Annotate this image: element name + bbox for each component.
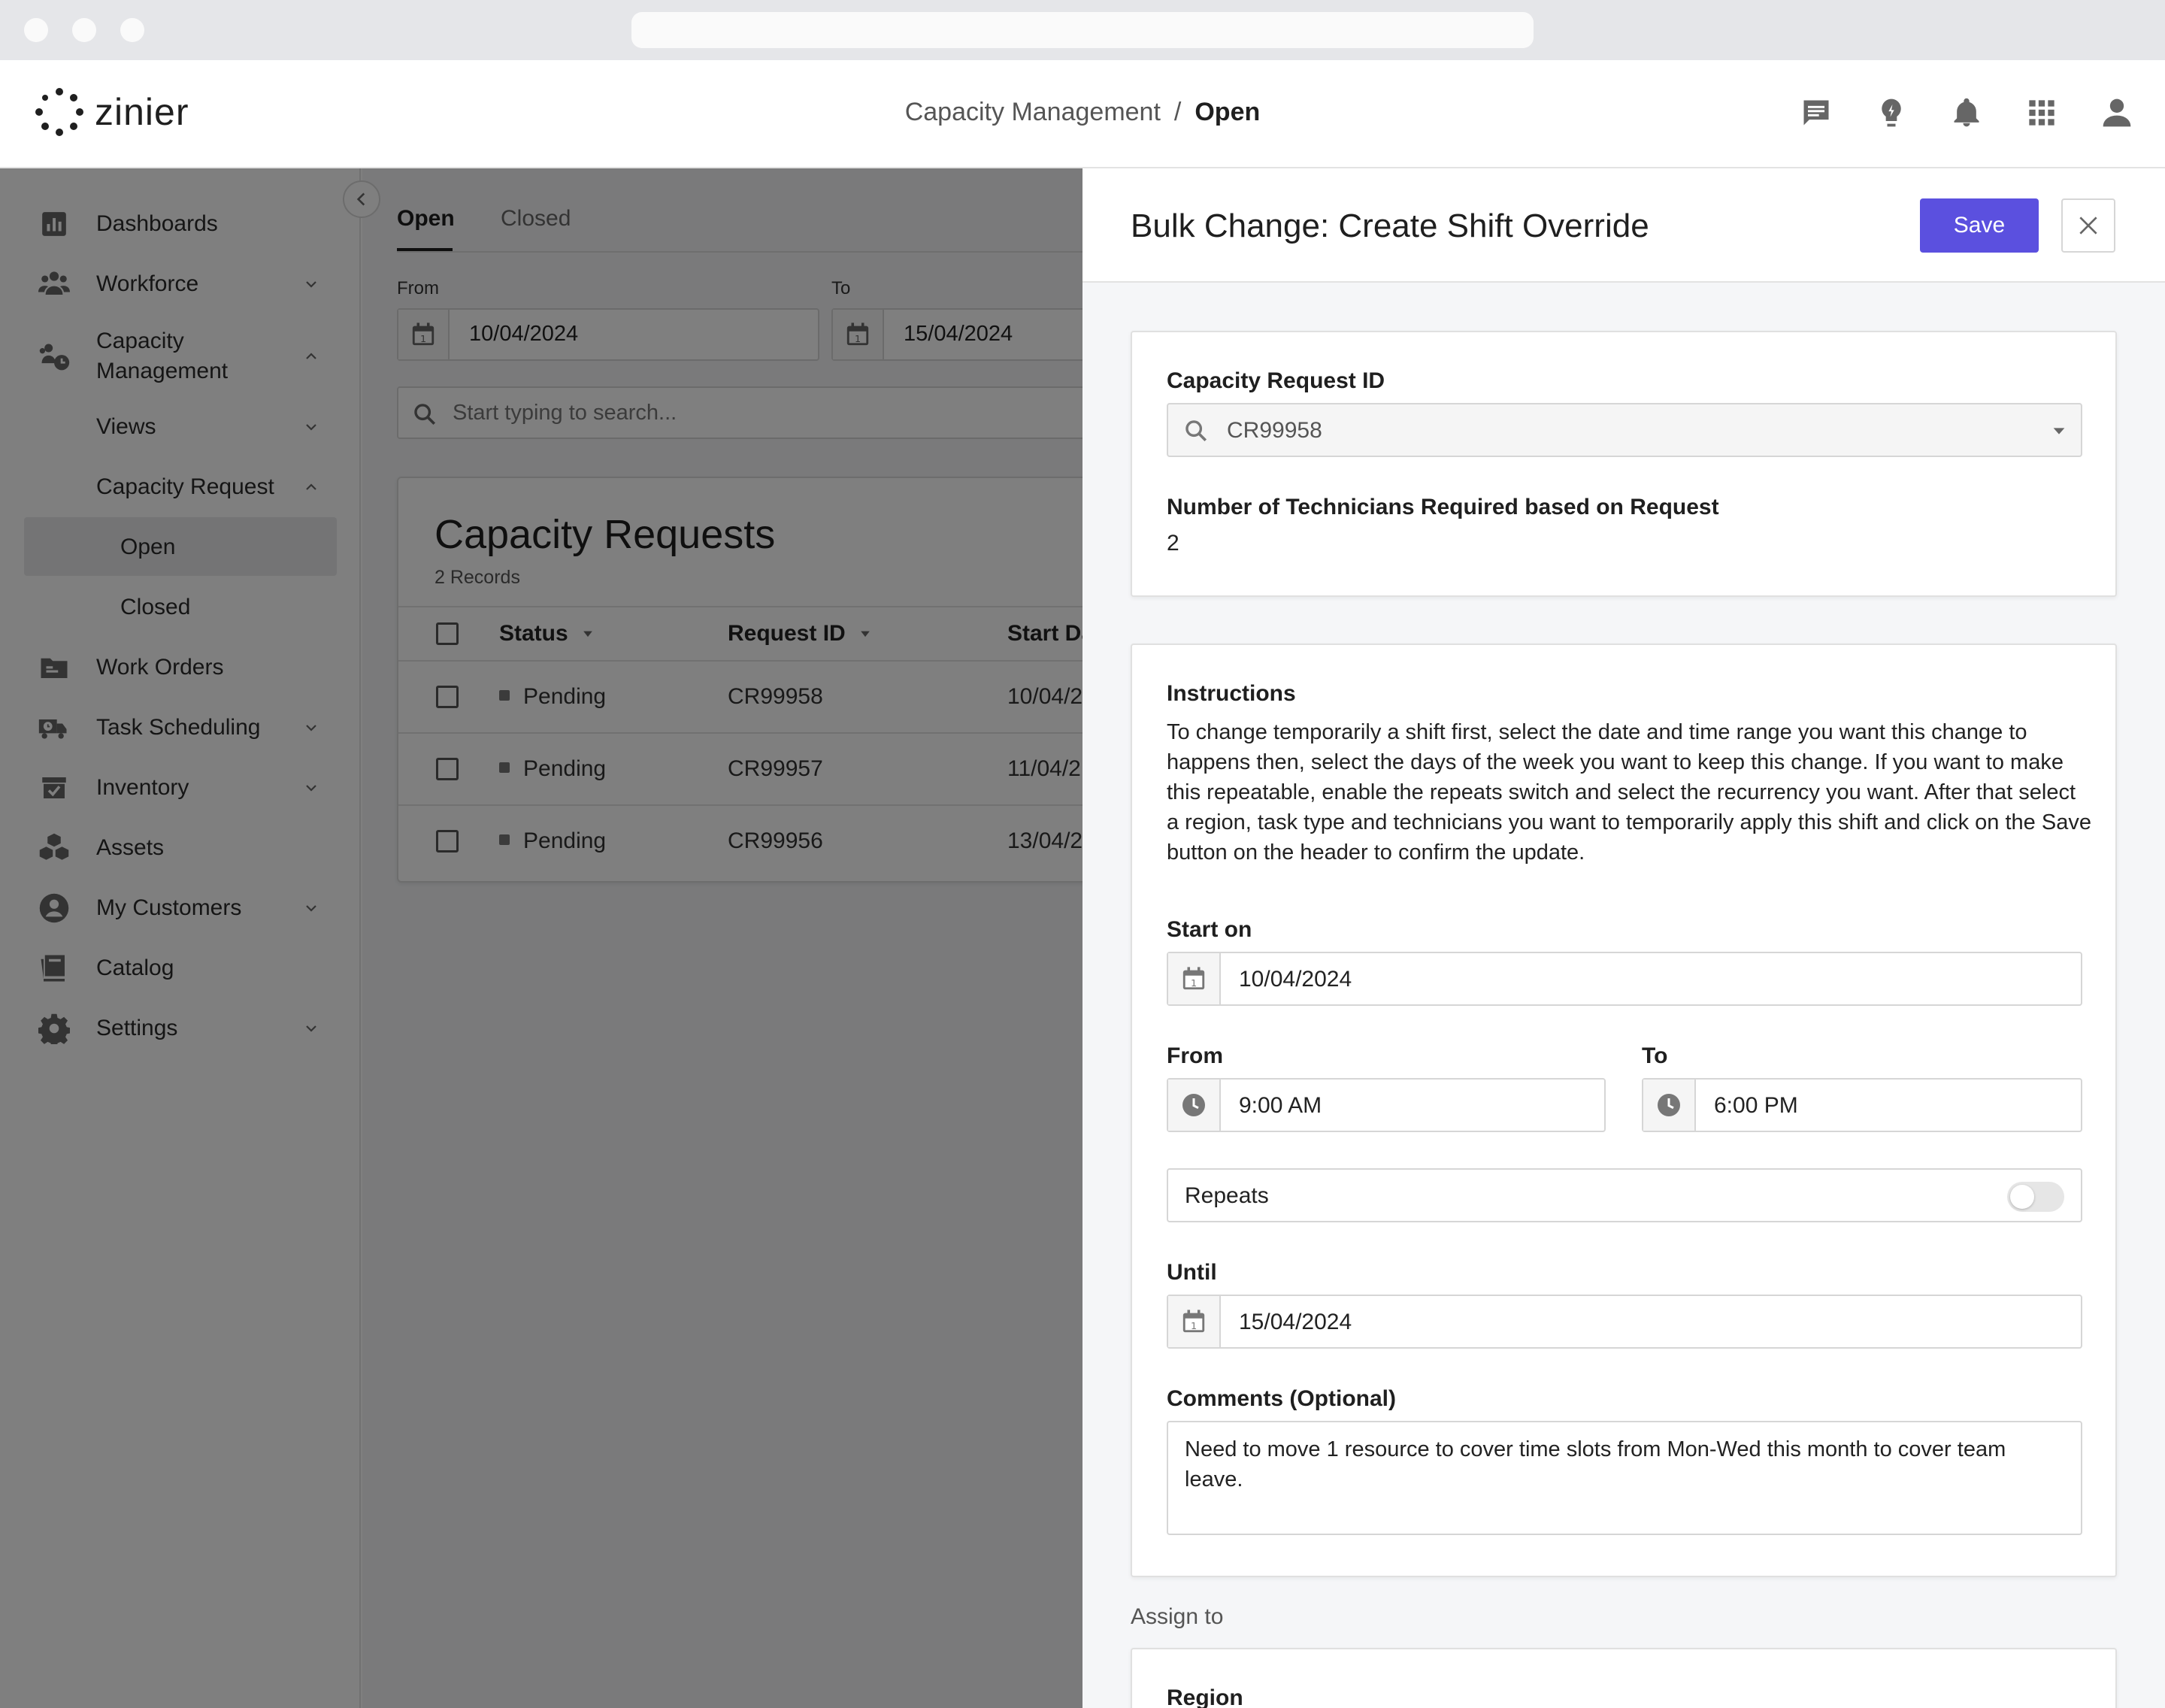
clock-icon [1168,1080,1221,1131]
close-button[interactable] [2061,198,2115,253]
save-button[interactable]: Save [1920,198,2039,253]
comments-textarea[interactable]: Need to move 1 resource to cover time sl… [1167,1421,2082,1535]
start-on-label: Start on [1167,917,1252,942]
until-date-input[interactable]: 1 15/04/2024 [1167,1295,2082,1349]
browser-chrome [0,0,2165,60]
repeats-row: Repeats [1167,1168,2082,1222]
window-minimize-dot[interactable] [72,18,96,42]
to-time-value: 6:00 PM [1714,1093,1798,1118]
from-time-label: From [1167,1043,1223,1068]
clock-icon [1643,1080,1696,1131]
until-label: Until [1167,1260,1217,1285]
user-avatar-icon[interactable] [2099,95,2135,131]
drawer-title: Bulk Change: Create Shift Override [1131,207,1649,244]
bell-icon[interactable] [1949,95,1985,131]
toggle-knob [2010,1185,2034,1209]
breadcrumb-current: Open [1195,98,1261,126]
address-bar[interactable] [631,12,1534,48]
modal-backdrop[interactable] [0,168,1082,1708]
calendar-icon: 1 [1168,953,1221,1004]
shift-override-card: Instructions To change temporarily a shi… [1131,644,2117,1577]
window-close-dot[interactable] [24,18,48,42]
chat-icon[interactable] [1798,95,1834,131]
search-icon [1185,420,1207,442]
technicians-value: 2 [1167,531,1179,556]
capacity-request-label: Capacity Request ID [1167,368,1385,393]
repeats-toggle[interactable] [2007,1182,2064,1212]
technicians-label: Number of Technicians Required based on … [1167,495,1719,519]
assign-card: Region [1131,1648,2117,1708]
comments-value: Need to move 1 resource to cover time sl… [1185,1437,2006,1491]
to-time-input[interactable]: 6:00 PM [1642,1078,2082,1132]
breadcrumb-separator: / [1173,98,1182,126]
bulk-change-drawer: Bulk Change: Create Shift Override Save … [1082,168,2165,1708]
to-time-label: To [1642,1043,1668,1068]
drawer-header: Bulk Change: Create Shift Override Save [1082,168,2165,283]
until-value: 15/04/2024 [1239,1310,1352,1334]
lightbulb-icon[interactable] [1873,95,1909,131]
region-label: Region [1167,1685,1243,1708]
svg-text:1: 1 [1191,1321,1197,1332]
capacity-request-value: CR99958 [1227,418,1322,443]
breadcrumb-parent[interactable]: Capacity Management [905,98,1161,126]
capacity-request-select[interactable]: CR99958 [1167,403,2082,457]
close-icon [2079,217,2097,235]
window-maximize-dot[interactable] [120,18,144,42]
svg-text:1: 1 [1191,978,1197,989]
dropdown-arrow-icon [2053,428,2065,435]
from-time-input[interactable]: 9:00 AM [1167,1078,1606,1132]
app-header: zinier Capacity Management / Open [0,60,2165,168]
from-time-value: 9:00 AM [1239,1093,1322,1118]
request-info-card: Capacity Request ID CR99958 Number of Te… [1131,331,2117,597]
instructions-text: To change temporarily a shift first, sel… [1167,720,2091,865]
calendar-icon: 1 [1168,1296,1221,1347]
assign-to-label: Assign to [1131,1604,1224,1629]
instructions-label: Instructions [1167,681,1296,706]
apps-grid-icon[interactable] [2024,95,2060,131]
start-on-value: 10/04/2024 [1239,967,1352,992]
start-on-date-input[interactable]: 1 10/04/2024 [1167,952,2082,1006]
repeats-label: Repeats [1185,1183,1269,1208]
comments-label: Comments (Optional) [1167,1386,1396,1411]
